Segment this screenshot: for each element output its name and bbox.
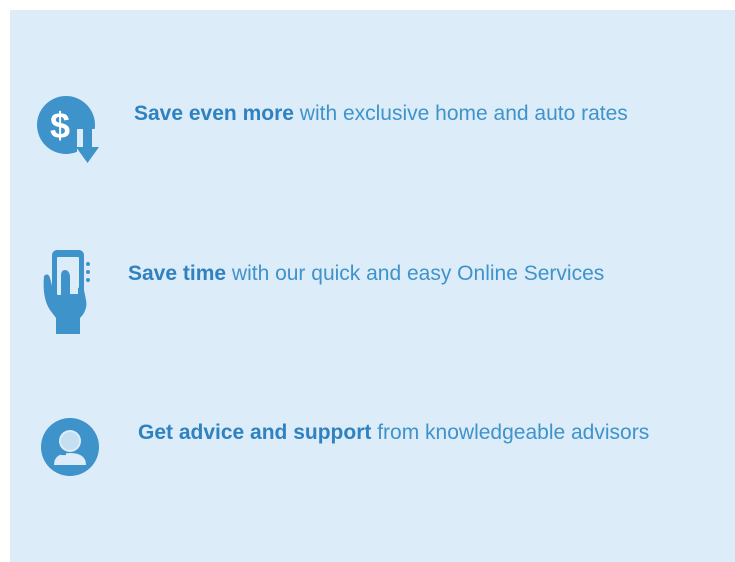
dollar-download-icon: $ (37, 96, 99, 163)
phone-tap-icon (43, 250, 90, 334)
feature-text: Get advice and support from knowledgeabl… (138, 417, 678, 449)
features-panel: $ Save even more with exclusive home and… (10, 10, 735, 562)
feature-description: with exclusive home and auto rates (293, 102, 628, 125)
svg-text:$: $ (50, 105, 70, 146)
feature-text: Save time with our quick and easy Online… (128, 258, 728, 290)
advisor-headset-icon (41, 418, 99, 476)
feature-highlight: Get advice and support (138, 421, 372, 444)
feature-description: with our quick and easy Online Services (226, 262, 605, 285)
feature-text: Save even more with exclusive home and a… (134, 98, 674, 130)
feature-highlight: Save even more (134, 102, 294, 125)
feature-highlight: Save time (128, 262, 227, 285)
feature-description: from knowledgeable advisors (371, 421, 650, 444)
